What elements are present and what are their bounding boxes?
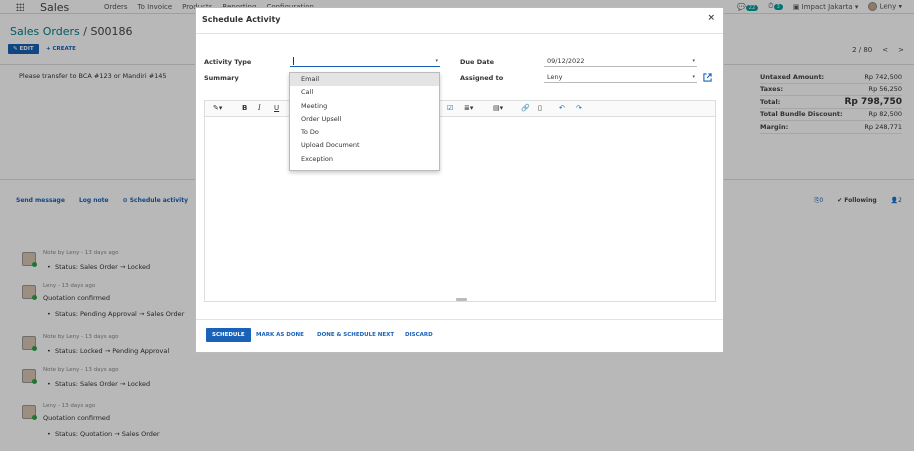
discard-button[interactable]: DISCARD — [405, 332, 433, 338]
assigned-to-select[interactable]: Leny ▾ — [544, 72, 697, 83]
redo-icon[interactable]: ↷ — [576, 104, 582, 112]
undo-icon[interactable]: ↶ — [559, 104, 565, 112]
modal-footer: SCHEDULE MARK AS DONE DONE & SCHEDULE NE… — [196, 319, 723, 354]
mark-as-done-button[interactable]: MARK AS DONE — [256, 332, 304, 338]
activity-type-dropdown: Email Call Meeting Order Upsell To Do Up… — [289, 72, 440, 171]
modal-header: Schedule Activity × — [196, 8, 723, 34]
italic-icon[interactable]: I — [258, 104, 261, 112]
text-cursor — [293, 57, 294, 65]
editor-toolbar: ✎▾ B I U ☑ ≣▾ ▤▾ 🔗 ▯ ↶ ↷ — [205, 101, 715, 117]
schedule-button[interactable]: SCHEDULE — [206, 328, 251, 342]
bold-icon[interactable]: B — [242, 104, 247, 112]
chevron-down-icon: ▾ — [435, 58, 438, 64]
checklist-icon[interactable]: ☑ — [447, 104, 453, 112]
file-icon[interactable]: ▯ — [538, 104, 542, 112]
option-to-do[interactable]: To Do — [290, 126, 439, 139]
option-exception[interactable]: Exception — [290, 153, 439, 166]
summary-label: Summary — [204, 74, 239, 82]
assigned-to-label: Assigned to — [460, 74, 504, 82]
editor-resize-handle[interactable] — [456, 298, 467, 301]
schedule-activity-dialog: Schedule Activity × Activity Type ▾ Summ… — [195, 7, 724, 353]
style-icon[interactable]: ✎▾ — [213, 104, 222, 112]
close-icon[interactable]: × — [707, 13, 715, 23]
activity-type-select[interactable]: ▾ — [290, 56, 440, 67]
external-link-icon[interactable] — [703, 73, 712, 82]
done-schedule-next-button[interactable]: DONE & SCHEDULE NEXT — [317, 332, 394, 338]
option-meeting[interactable]: Meeting — [290, 100, 439, 113]
due-date-input[interactable]: 09/12/2022 ▾ — [544, 56, 697, 67]
activity-type-label: Activity Type — [204, 58, 252, 66]
modal-title: Schedule Activity — [202, 15, 281, 24]
paragraph-icon[interactable]: ≣▾ — [464, 104, 473, 112]
option-call[interactable]: Call — [290, 86, 439, 99]
note-editor[interactable]: ✎▾ B I U ☑ ≣▾ ▤▾ 🔗 ▯ ↶ ↷ — [204, 100, 716, 302]
option-order-upsell[interactable]: Order Upsell — [290, 113, 439, 126]
option-upload-document[interactable]: Upload Document — [290, 139, 439, 152]
link-icon[interactable]: 🔗 — [521, 104, 530, 112]
option-email[interactable]: Email — [290, 73, 439, 87]
chevron-down-icon: ▾ — [692, 58, 695, 64]
chevron-down-icon: ▾ — [692, 74, 695, 80]
due-date-label: Due Date — [460, 58, 494, 66]
table-icon[interactable]: ▤▾ — [493, 104, 503, 112]
underline-icon[interactable]: U — [274, 104, 279, 112]
